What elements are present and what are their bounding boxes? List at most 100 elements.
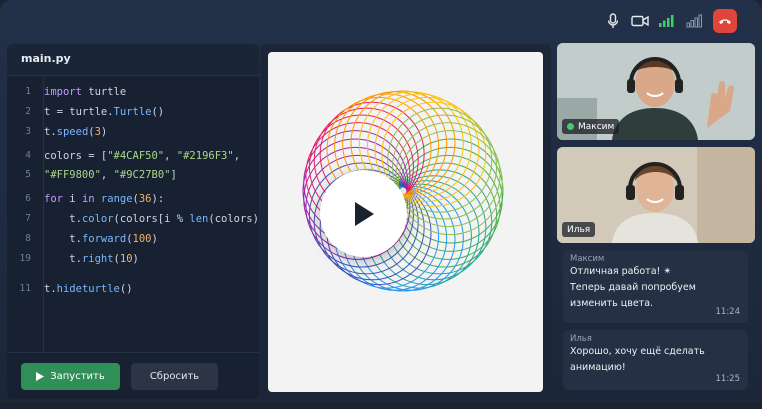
turtle-canvas	[268, 52, 543, 392]
end-call-button[interactable]	[713, 9, 737, 33]
spiro-ring	[398, 138, 504, 244]
line-number: 3	[25, 126, 31, 137]
code-token: hideturtle	[56, 283, 120, 295]
code-text: "#FF9800", "#9C27B0"]	[44, 167, 177, 183]
chat-panel: Максим Отличная работа! ✴ Теперь давай п…	[557, 247, 755, 399]
code-token: forward	[81, 233, 127, 245]
code-token: t.	[44, 283, 57, 295]
play-icon	[354, 201, 374, 226]
code-token: t.	[44, 126, 57, 138]
code-token: import	[44, 86, 82, 98]
camera-icon[interactable]	[631, 12, 649, 30]
code-line[interactable]: 5 "#FF9800", "#9C27B0"]	[7, 167, 259, 183]
code-token: t.	[44, 253, 82, 265]
run-button-label: Запустить	[50, 371, 105, 382]
line-number: 8	[25, 233, 31, 244]
code-token: (colors)])	[208, 213, 259, 225]
speaking-indicator-icon	[567, 123, 574, 130]
code-token: range	[100, 193, 133, 205]
video-tile-teacher: Максим	[557, 43, 755, 140]
code-text: t = turtle.Turtle()	[44, 104, 164, 120]
code-token: )	[132, 253, 139, 265]
code-editor: main.py 1 import turtle 2 t = turtle.Turtle…	[7, 44, 259, 399]
line-number: 6	[25, 193, 31, 204]
code-line[interactable]: 2 t = turtle.Turtle()	[7, 104, 259, 120]
code-token: "#FF9800"	[44, 169, 101, 181]
code-text: for i in range(36):	[44, 191, 164, 207]
participant-name: Илья	[567, 224, 591, 235]
code-token: "#2196F3"	[176, 150, 234, 162]
file-tab[interactable]: main.py	[21, 52, 71, 65]
participant-name-tag: Максим	[562, 119, 620, 134]
signal-strength-icon	[657, 12, 675, 30]
code-line[interactable]: 11 t.hideturtle()	[7, 281, 259, 297]
code-token: ()	[151, 106, 165, 118]
code-token: 100	[132, 233, 152, 245]
code-token: t = turtle.	[44, 106, 114, 118]
reset-button[interactable]: Сбросить	[131, 363, 218, 390]
chat-message: Илья Хорошо, хочу ещё сделать анимацию! …	[563, 330, 748, 390]
output-panel	[260, 44, 551, 399]
participant-name-tag: Илья	[562, 222, 596, 237]
code-area[interactable]: 1 import turtle 2 t = turtle.Turtle() 3 t.spe…	[7, 76, 259, 352]
microphone-icon[interactable]	[604, 12, 622, 30]
bottom-edge	[0, 402, 762, 409]
code-token: ,	[100, 169, 114, 181]
line-number: 19	[19, 253, 31, 264]
code-line[interactable]: 8 t.forward(100)	[7, 231, 259, 247]
editor-footer: Запустить Сбросить	[7, 352, 259, 399]
reset-button-label: Сбросить	[149, 371, 200, 382]
run-button[interactable]: Запустить	[21, 363, 120, 390]
code-token: t.	[44, 213, 82, 225]
network-quality-icon	[685, 12, 703, 30]
message-author: Максим	[570, 254, 605, 264]
play-button[interactable]	[320, 170, 407, 257]
message-time: 11:24	[715, 307, 741, 317]
code-line[interactable]: 19 t.right(10)	[7, 251, 259, 267]
app-window: main.py 1 import turtle 2 t = turtle.Turtle…	[0, 0, 762, 409]
code-token: in	[81, 193, 95, 205]
message-author: Илья	[570, 334, 592, 344]
message-text-line: Отличная работа! ✴	[570, 266, 672, 277]
code-token: speed	[56, 126, 89, 138]
video-tile-student: Илья	[557, 147, 755, 243]
code-text: t.right(10)	[44, 251, 139, 267]
code-token: )	[151, 233, 158, 245]
code-token: )	[100, 126, 108, 138]
message-text-line: Теперь давай попробуем	[570, 282, 696, 293]
code-token: ,	[164, 150, 177, 162]
line-number: 11	[19, 283, 31, 294]
code-token: Turtle	[113, 106, 152, 118]
code-token: for	[44, 193, 63, 205]
code-line[interactable]: 7 t.color(colors[i % len(colors)])	[7, 211, 259, 227]
code-text: t.forward(100)	[44, 231, 158, 247]
code-token: ]	[170, 169, 177, 181]
line-number: 5	[25, 169, 31, 180]
code-line[interactable]: 3 t.speed(3)	[7, 124, 259, 140]
phone-hangup-icon	[719, 19, 731, 24]
call-toolbar	[0, 0, 762, 40]
code-token: colors = [	[44, 150, 108, 162]
line-number: 7	[25, 213, 31, 224]
code-token: t.	[44, 233, 82, 245]
code-token: len	[189, 213, 209, 225]
line-number: 1	[25, 86, 31, 97]
code-token: color	[81, 213, 114, 225]
code-line[interactable]: 1 import turtle	[7, 84, 259, 100]
message-text-line: Хорошо, хочу ещё сделать	[570, 346, 705, 357]
code-token: "#4CAF50"	[107, 150, 165, 162]
code-line[interactable]: 6 for i in range(36):	[7, 191, 259, 207]
code-text: import turtle	[44, 84, 126, 100]
code-token: right	[81, 253, 114, 265]
code-token: turtle	[81, 86, 127, 98]
code-line[interactable]: 4 colors = ["#4CAF50", "#2196F3",	[7, 148, 259, 164]
code-text: t.speed(3)	[44, 124, 107, 140]
line-number: 2	[25, 106, 31, 117]
code-text: t.color(colors[i % len(colors)])	[44, 211, 259, 227]
code-token: 36	[138, 193, 152, 205]
code-token: (colors[i %	[113, 213, 190, 225]
code-token: 10	[119, 253, 133, 265]
play-small-icon	[36, 372, 45, 381]
code-text: colors = ["#4CAF50", "#2196F3",	[44, 148, 240, 164]
editor-tab-bar: main.py	[7, 44, 259, 76]
